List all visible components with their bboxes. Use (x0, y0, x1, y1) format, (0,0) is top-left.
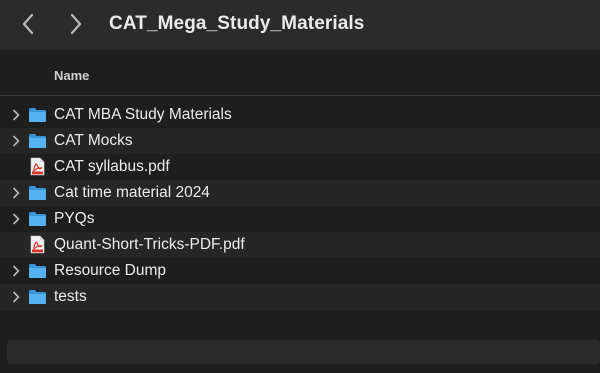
pdf-file-icon (30, 235, 45, 254)
horizontal-scrollbar-track[interactable] (7, 340, 600, 364)
back-button[interactable] (14, 10, 42, 38)
disclosure-chevron-icon[interactable] (11, 135, 21, 147)
column-header: Name (0, 50, 600, 96)
chevron-left-icon (22, 13, 34, 35)
item-label: PYQs (54, 210, 95, 227)
list-item[interactable]: CAT MBA Study Materials (0, 102, 600, 128)
item-label: Cat time material 2024 (54, 184, 210, 201)
item-label: CAT Mocks (54, 132, 133, 149)
disclosure-chevron-icon[interactable] (11, 291, 21, 303)
disclosure-chevron-icon[interactable] (11, 213, 21, 225)
disclosure-chevron-icon[interactable] (11, 109, 21, 121)
list-item[interactable]: Quant-Short-Tricks-PDF.pdf (0, 232, 600, 258)
window-title: CAT_Mega_Study_Materials (109, 13, 365, 34)
list-item[interactable]: tests (0, 284, 600, 310)
item-label: CAT syllabus.pdf (54, 158, 170, 175)
name-column-header[interactable]: Name (54, 68, 89, 83)
folder-icon (29, 108, 46, 122)
folder-icon (29, 264, 46, 278)
title-bar: CAT_Mega_Study_Materials (0, 0, 600, 50)
item-label: CAT MBA Study Materials (54, 106, 232, 123)
disclosure-chevron-icon[interactable] (11, 265, 21, 277)
list-item[interactable]: PYQs (0, 206, 600, 232)
chevron-right-icon (70, 13, 82, 35)
item-label: tests (54, 288, 87, 305)
folder-icon (29, 134, 46, 148)
forward-button[interactable] (62, 10, 90, 38)
file-list: CAT MBA Study Materials CAT Mocks CAT sy… (0, 102, 600, 336)
item-label: Quant-Short-Tricks-PDF.pdf (54, 236, 245, 253)
folder-icon (29, 186, 46, 200)
finder-window: CAT_Mega_Study_Materials Name CAT MBA St… (0, 0, 600, 373)
item-label: Resource Dump (54, 262, 166, 279)
list-item[interactable]: Resource Dump (0, 258, 600, 284)
folder-icon (29, 290, 46, 304)
list-item[interactable]: CAT Mocks (0, 128, 600, 154)
list-item[interactable]: CAT syllabus.pdf (0, 154, 600, 180)
list-item[interactable]: Cat time material 2024 (0, 180, 600, 206)
folder-icon (29, 212, 46, 226)
disclosure-chevron-icon[interactable] (11, 187, 21, 199)
pdf-file-icon (30, 157, 45, 176)
empty-row (0, 310, 600, 336)
